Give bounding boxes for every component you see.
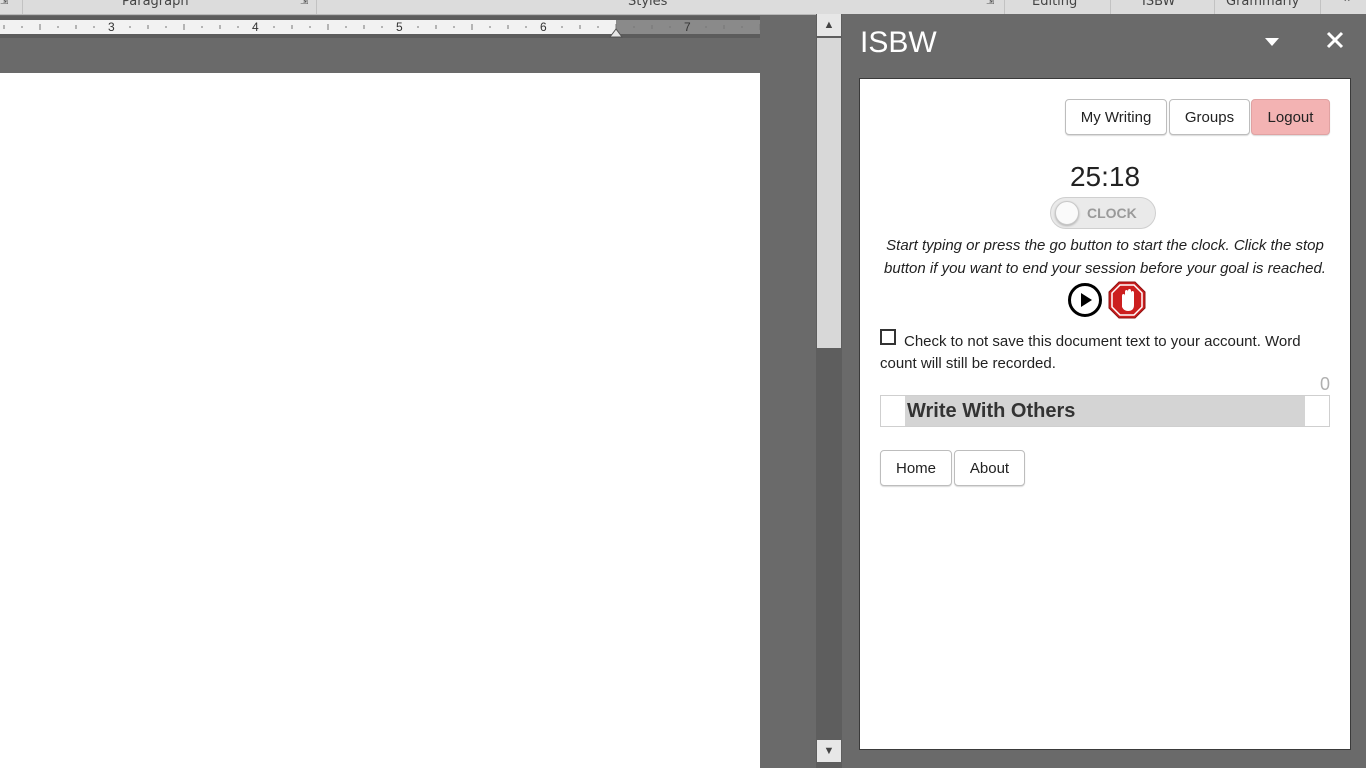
ruler-ticks	[3, 24, 760, 30]
session-timer: 25:18	[1069, 161, 1141, 192]
no-save-label: Check to not save this document text to …	[880, 333, 1301, 372]
scroll-down-icon[interactable]: ▼	[817, 740, 841, 762]
ribbon-separator	[1110, 0, 1111, 14]
dialog-launcher-icon[interactable]: ⇲	[0, 0, 8, 7]
write-with-others-button[interactable]: Write With Others	[880, 395, 1330, 427]
play-icon[interactable]	[1068, 283, 1102, 317]
ribbon-separator	[1320, 0, 1321, 14]
document-page[interactable]	[0, 73, 760, 768]
my-writing-button[interactable]: My Writing	[1065, 99, 1167, 135]
ribbon-group-strip: ⇲ Paragraph ⇲ Styles ⇲ Editing ISBW Gram…	[0, 0, 1366, 15]
horizontal-ruler: 3 4 5 6 7	[0, 16, 760, 38]
ribbon-group-grammarly: Grammarly	[1226, 0, 1300, 9]
toggle-knob	[1055, 201, 1079, 225]
chevron-down-icon[interactable]	[1262, 34, 1282, 50]
groups-button[interactable]: Groups	[1169, 99, 1250, 135]
home-button[interactable]: Home	[880, 450, 952, 486]
pane-title: ISBW	[860, 26, 937, 59]
ribbon-group-isbw: ISBW	[1142, 0, 1176, 9]
styles-launcher-icon[interactable]: ⇲	[986, 0, 994, 7]
task-pane: ISBW My Writing Groups Logout 25:18 CLOC…	[842, 14, 1366, 768]
clock-toggle[interactable]: CLOCK	[1050, 197, 1156, 229]
ribbon-separator	[1004, 0, 1005, 14]
document-area	[0, 38, 816, 768]
scrollbar-thumb[interactable]	[817, 38, 841, 348]
logout-button[interactable]: Logout	[1251, 99, 1330, 135]
right-indent-marker-icon[interactable]	[609, 26, 623, 38]
instructions-text: Start typing or press the go button to s…	[884, 237, 1326, 277]
close-icon[interactable]	[1324, 28, 1346, 52]
collapse-ribbon-icon[interactable]: ⌃	[1342, 0, 1352, 10]
vertical-scrollbar[interactable]: ▲ ▼	[816, 14, 842, 768]
ribbon-group-styles: Styles	[628, 0, 668, 9]
ribbon-group-editing: Editing	[1032, 0, 1078, 9]
word-count: 0	[1319, 374, 1330, 394]
ribbon-separator	[316, 0, 317, 14]
ribbon-separator	[22, 0, 23, 14]
ribbon-separator	[1214, 0, 1215, 14]
isbw-addin: My Writing Groups Logout 25:18 CLOCK Sta…	[859, 78, 1351, 750]
about-button[interactable]: About	[954, 450, 1025, 486]
paragraph-launcher-icon[interactable]: ⇲	[300, 0, 308, 7]
clock-toggle-label: CLOCK	[1087, 205, 1137, 221]
stop-hand-icon[interactable]	[1108, 281, 1146, 319]
scroll-up-icon[interactable]: ▲	[817, 14, 841, 36]
ribbon-group-paragraph: Paragraph	[122, 0, 189, 9]
write-with-others-label: Write With Others	[907, 400, 1076, 422]
